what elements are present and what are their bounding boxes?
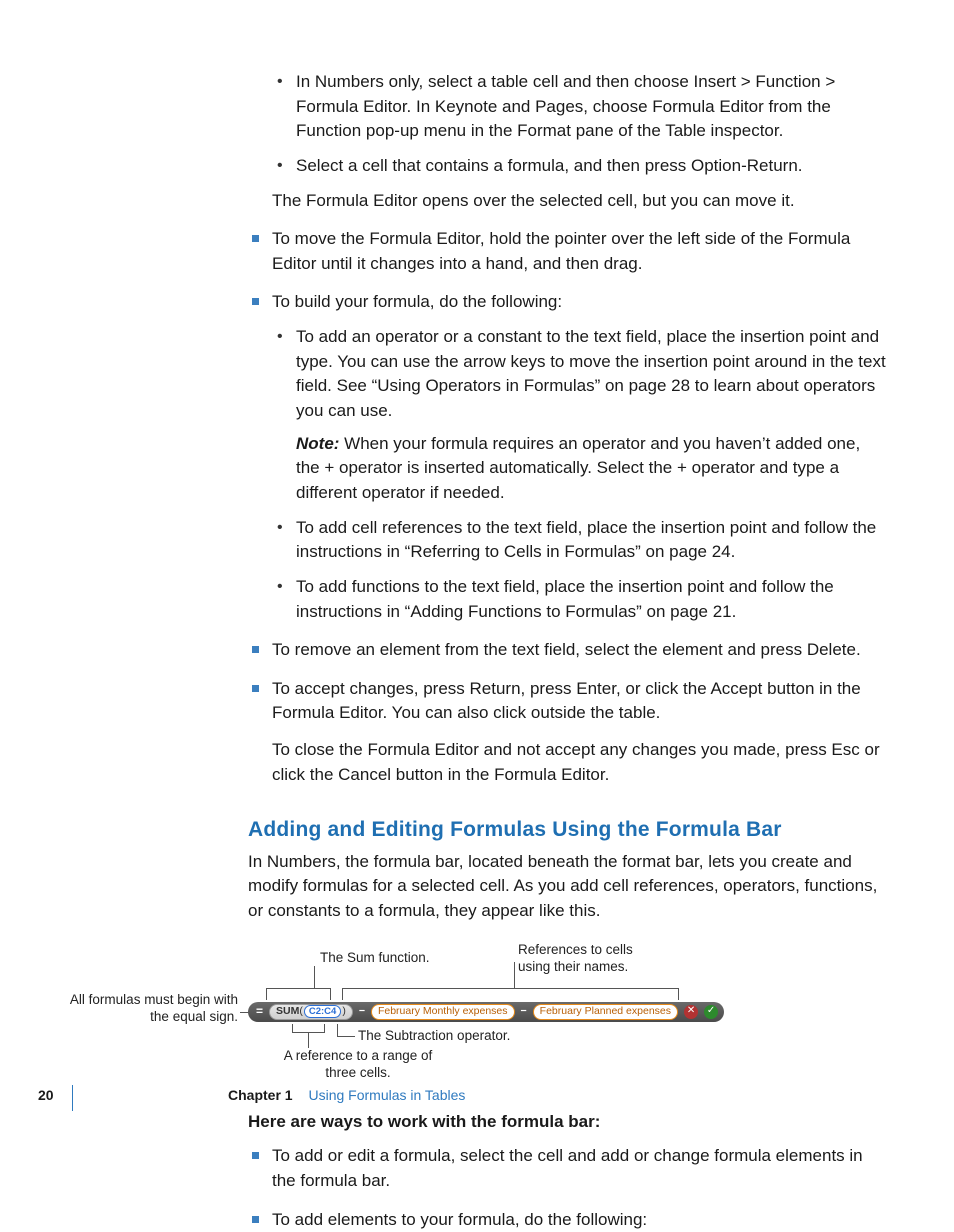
sum-pill: SUM ( C2:C4 ) bbox=[269, 1004, 353, 1020]
callout-equal-sign: All formulas must begin with the equal s… bbox=[48, 992, 238, 1026]
list-item: To accept changes, press Return, press E… bbox=[248, 677, 888, 788]
paragraph: To close the Formula Editor and not acce… bbox=[272, 738, 888, 787]
section-heading: Adding and Editing Formulas Using the Fo… bbox=[248, 815, 888, 845]
text: To accept changes, press Return, press E… bbox=[272, 679, 861, 723]
list-item: To add or edit a formula, select the cel… bbox=[248, 1144, 888, 1193]
list-item: To add an operator or a constant to the … bbox=[272, 325, 888, 505]
chapter-title: Using Formulas in Tables bbox=[308, 1087, 465, 1103]
text: To add functions to the text field, plac… bbox=[296, 577, 834, 621]
body-content: In Numbers only, select a table cell and… bbox=[248, 70, 888, 1232]
minus-operator: − bbox=[519, 1004, 529, 1019]
callout-sum: The Sum function. bbox=[320, 950, 430, 967]
note-body: When your formula requires an operator a… bbox=[296, 434, 860, 502]
sub-bullet-list: In Numbers only, select a table cell and… bbox=[272, 70, 888, 179]
text: To add an operator or a constant to the … bbox=[296, 327, 886, 420]
formula-bar: = SUM ( C2:C4 ) − February Monthly expen… bbox=[248, 1002, 724, 1022]
callout-subtraction: The Subtraction operator. bbox=[358, 1028, 510, 1045]
list-item: To build your formula, do the following:… bbox=[248, 290, 888, 624]
list-item: To move the Formula Editor, hold the poi… bbox=[248, 227, 888, 276]
accept-icon: ✓ bbox=[704, 1005, 718, 1019]
reference-pill: February Monthly expenses bbox=[371, 1004, 515, 1020]
paragraph: The Formula Editor opens over the select… bbox=[272, 189, 888, 214]
text: To remove an element from the text field… bbox=[272, 640, 861, 659]
reference-pill: February Planned expenses bbox=[533, 1004, 678, 1020]
text: Select a cell that contains a formula, a… bbox=[296, 156, 803, 175]
footer-rule bbox=[72, 1085, 73, 1111]
chapter-label: Chapter 1 bbox=[228, 1087, 293, 1103]
text: To add cell references to the text field… bbox=[296, 518, 876, 562]
note: Note: When your formula requires an oper… bbox=[296, 432, 888, 506]
page-number: 20 bbox=[38, 1085, 54, 1105]
main-bullet-list: To move the Formula Editor, hold the poi… bbox=[248, 227, 888, 787]
list-item: To add functions to the text field, plac… bbox=[272, 575, 888, 624]
footer-chapter: Chapter 1 Using Formulas in Tables bbox=[228, 1085, 465, 1105]
list-item: In Numbers only, select a table cell and… bbox=[272, 70, 888, 144]
cancel-icon: ✕ bbox=[684, 1005, 698, 1019]
text: In Numbers only, select a table cell and… bbox=[296, 72, 835, 140]
text: To add elements to your formula, do the … bbox=[272, 1210, 647, 1229]
list-item: To remove an element from the text field… bbox=[248, 638, 888, 663]
note-label: Note: bbox=[296, 434, 339, 453]
minus-operator: − bbox=[357, 1004, 367, 1019]
list-item: To add elements to your formula, do the … bbox=[248, 1208, 888, 1232]
formula-bar-diagram: All formulas must begin with the equal s… bbox=[48, 942, 828, 1092]
section-intro: In Numbers, the formula bar, located ben… bbox=[248, 850, 888, 924]
text: To add or edit a formula, select the cel… bbox=[272, 1146, 863, 1190]
range-pill: C2:C4 bbox=[304, 1005, 341, 1018]
equal-sign: = bbox=[256, 1003, 263, 1020]
text: To move the Formula Editor, hold the poi… bbox=[272, 229, 850, 273]
list-item: To add cell references to the text field… bbox=[272, 516, 888, 565]
callout-references: References to cells using their names. bbox=[518, 942, 658, 976]
ways-list: To add or edit a formula, select the cel… bbox=[248, 1144, 888, 1232]
sum-label: SUM bbox=[276, 1004, 299, 1019]
list-item: Select a cell that contains a formula, a… bbox=[272, 154, 888, 179]
ways-heading: Here are ways to work with the formula b… bbox=[248, 1110, 888, 1135]
sub-bullet-list: To add an operator or a constant to the … bbox=[272, 325, 888, 624]
callout-range: A reference to a range of three cells. bbox=[278, 1048, 438, 1082]
text: To build your formula, do the following: bbox=[272, 292, 562, 311]
page: In Numbers only, select a table cell and… bbox=[0, 0, 954, 1145]
